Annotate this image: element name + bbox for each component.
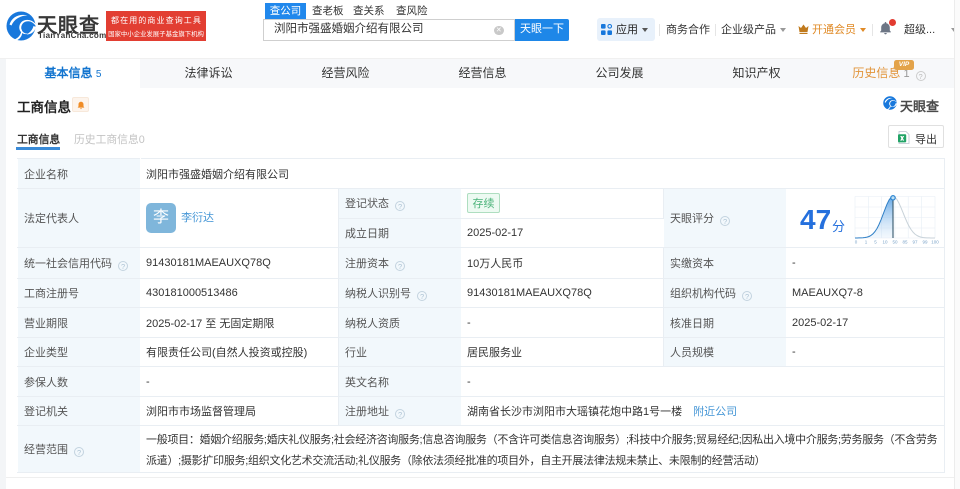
svg-text:99: 99 <box>922 240 928 245</box>
svg-text:1: 1 <box>865 240 868 245</box>
svg-text:10: 10 <box>882 240 888 245</box>
svg-text:85: 85 <box>902 240 908 245</box>
svg-text:5: 5 <box>874 240 877 245</box>
svg-text:97: 97 <box>912 240 918 245</box>
svg-text:100: 100 <box>931 240 939 245</box>
svg-text:50: 50 <box>892 240 898 245</box>
svg-text:0: 0 <box>855 240 858 245</box>
